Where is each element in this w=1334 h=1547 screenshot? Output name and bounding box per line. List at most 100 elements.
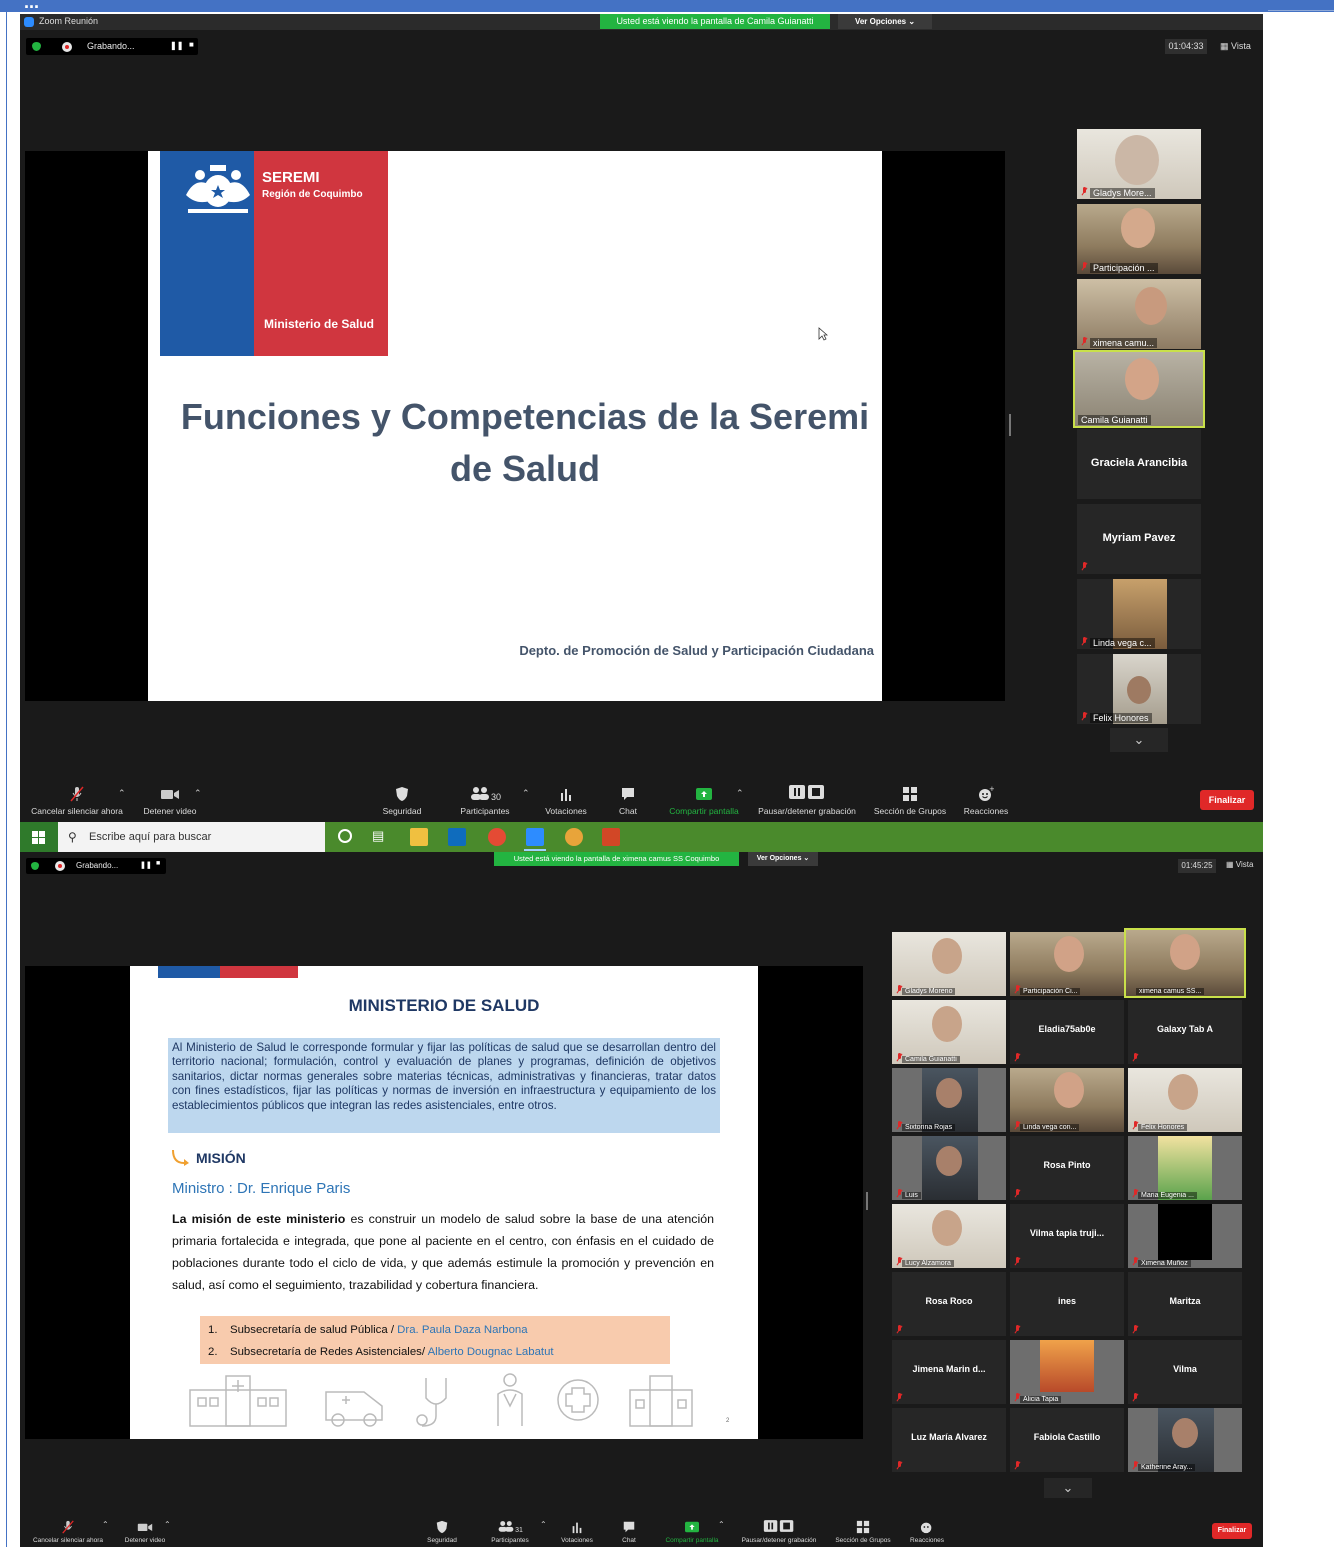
participant-tile[interactable]: Galaxy Tab A bbox=[1128, 1000, 1242, 1064]
breakout-rooms-button[interactable]: Sección de Grupos bbox=[830, 1520, 896, 1544]
view-options-button[interactable]: Ver Opciones ⌄ bbox=[838, 14, 932, 29]
security-shield-icon[interactable] bbox=[31, 862, 39, 870]
video-options-caret[interactable]: ⌃ bbox=[194, 788, 202, 799]
share-screen-button[interactable]: Compartir pantalla bbox=[658, 1520, 726, 1544]
muted-mic-icon bbox=[1014, 1121, 1020, 1129]
pause-stop-recording-button[interactable]: Pausar/detener grabación bbox=[752, 784, 862, 816]
participant-tile[interactable]: Gladys Moreno bbox=[892, 932, 1006, 996]
pause-recording-icon[interactable]: ❚❚ bbox=[140, 861, 152, 869]
recording-indicator: Grabando... ❚❚ ■ bbox=[26, 38, 198, 55]
participants-options-caret[interactable]: ⌃ bbox=[522, 788, 530, 799]
chat-bubble-icon bbox=[623, 1521, 635, 1533]
zoom-taskbar-icon[interactable] bbox=[526, 828, 544, 846]
participant-tile[interactable]: Maritza bbox=[1128, 1272, 1242, 1336]
participants-options-caret[interactable]: ⌃ bbox=[540, 1520, 547, 1529]
chrome-profile-icon[interactable] bbox=[565, 828, 583, 846]
share-options-caret[interactable]: ⌃ bbox=[736, 788, 744, 799]
participant-tile[interactable]: Luz María Alvarez bbox=[892, 1408, 1006, 1472]
muted-mic-icon bbox=[1132, 1257, 1138, 1265]
panel-splitter-handle[interactable] bbox=[866, 1192, 868, 1210]
participant-video bbox=[1121, 208, 1155, 248]
participant-tile[interactable]: Vilma tapia truji... bbox=[1010, 1204, 1124, 1268]
participant-tile[interactable]: Linda vega c... bbox=[1077, 579, 1201, 649]
participant-tile[interactable]: Vilma bbox=[1128, 1340, 1242, 1404]
scroll-participants-down-button[interactable]: ⌄ bbox=[1110, 728, 1168, 752]
participants-button[interactable]: 31 Participantes bbox=[482, 1520, 538, 1544]
audio-options-caret[interactable]: ⌃ bbox=[102, 1520, 109, 1529]
stop-recording-icon[interactable]: ■ bbox=[189, 40, 194, 49]
participant-video bbox=[1040, 1340, 1094, 1392]
security-shield-icon[interactable] bbox=[32, 42, 41, 51]
participant-tile[interactable]: Myriam Pavez bbox=[1077, 504, 1201, 574]
mouse-cursor-icon bbox=[818, 327, 828, 341]
unmute-button[interactable]: Cancelar silenciar ahora bbox=[26, 1520, 110, 1544]
participant-tile[interactable]: Eladia75ab0e bbox=[1010, 1000, 1124, 1064]
polls-button[interactable]: Votaciones bbox=[554, 1520, 600, 1544]
participant-tile[interactable]: Fabiola Castillo bbox=[1010, 1408, 1124, 1472]
participant-tile[interactable]: Participación Ci... bbox=[1010, 932, 1124, 996]
chrome-icon[interactable] bbox=[488, 828, 506, 846]
participant-tile[interactable]: Felix Honores bbox=[1077, 654, 1201, 724]
muted-mic-icon bbox=[1081, 562, 1087, 570]
powerpoint-icon[interactable] bbox=[602, 828, 620, 846]
reactions-button[interactable]: Reacciones bbox=[904, 1520, 950, 1544]
shield-icon bbox=[436, 1520, 448, 1534]
scroll-participants-down-button[interactable]: ⌄ bbox=[1044, 1478, 1092, 1498]
document-rule bbox=[1268, 10, 1334, 11]
participant-tile-active-speaker[interactable]: Camila Guianatti bbox=[1073, 350, 1205, 428]
participant-tile[interactable]: Rosa Pinto bbox=[1010, 1136, 1124, 1200]
view-options-button[interactable]: Ver Opciones ⌄ bbox=[748, 852, 818, 866]
end-meeting-button[interactable]: Finalizar bbox=[1212, 1523, 1252, 1539]
view-button[interactable]: ▦ Vista bbox=[1226, 860, 1253, 869]
end-meeting-button[interactable]: Finalizar bbox=[1200, 790, 1254, 810]
participant-video bbox=[1172, 1418, 1198, 1448]
outlook-icon[interactable] bbox=[448, 828, 466, 846]
security-button[interactable]: Seguridad bbox=[372, 786, 432, 816]
participant-tile[interactable]: Gladys More... bbox=[1077, 129, 1201, 199]
windows-start-icon[interactable] bbox=[32, 831, 45, 844]
participant-tile[interactable]: Luis bbox=[892, 1136, 1006, 1200]
participants-button[interactable]: 30 Participantes bbox=[450, 786, 520, 816]
participant-tile[interactable]: Lucy Alzamora bbox=[892, 1204, 1006, 1268]
participant-tile[interactable]: Maria Eugenia ... bbox=[1128, 1136, 1242, 1200]
participant-tile[interactable]: Felix Honores bbox=[1128, 1068, 1242, 1132]
pause-stop-recording-button[interactable]: Pausar/detener grabación bbox=[732, 1519, 826, 1544]
view-button[interactable]: ▦ Vista bbox=[1220, 41, 1251, 52]
task-view-icon[interactable]: ▤ bbox=[372, 828, 384, 844]
chat-button[interactable]: Chat bbox=[614, 1520, 644, 1544]
taskbar-search-box[interactable]: ⚲ Escribe aquí para buscar bbox=[58, 822, 325, 852]
security-button[interactable]: Seguridad bbox=[418, 1520, 466, 1544]
pause-recording-icon[interactable]: ❚❚ bbox=[170, 41, 183, 50]
participant-tile[interactable]: Rosa Roco bbox=[892, 1272, 1006, 1336]
share-options-caret[interactable]: ⌃ bbox=[718, 1520, 725, 1529]
audio-options-caret[interactable]: ⌃ bbox=[118, 788, 126, 799]
participant-tile[interactable]: Jimena Marin d... bbox=[892, 1340, 1006, 1404]
participant-name: Galaxy Tab A bbox=[1156, 1024, 1214, 1034]
chat-button[interactable]: Chat bbox=[610, 786, 646, 816]
stethoscope-icon bbox=[416, 1378, 447, 1427]
polls-button[interactable]: Votaciones bbox=[538, 786, 594, 816]
participant-tile[interactable]: Linda vega con... bbox=[1010, 1068, 1124, 1132]
unmute-button[interactable]: Cancelar silenciar ahora bbox=[26, 786, 128, 816]
participant-tile[interactable]: ines bbox=[1010, 1272, 1124, 1336]
breakout-rooms-button[interactable]: Sección de Grupos bbox=[870, 786, 950, 816]
participant-tile[interactable]: ximena camu... bbox=[1077, 279, 1201, 349]
participant-tile[interactable]: Sixtorina Rojas bbox=[892, 1068, 1006, 1132]
share-screen-button[interactable]: Compartir pantalla bbox=[662, 786, 746, 816]
participant-tile[interactable]: Alicia Tapia bbox=[1010, 1340, 1124, 1404]
video-options-caret[interactable]: ⌃ bbox=[164, 1520, 171, 1529]
participant-tile[interactable]: Ximena Muñoz bbox=[1128, 1204, 1242, 1268]
participant-tile[interactable]: Katherine Aray... bbox=[1128, 1408, 1242, 1472]
reactions-button[interactable]: + Reacciones bbox=[958, 786, 1014, 816]
cortana-icon[interactable] bbox=[338, 829, 352, 843]
participant-tile[interactable]: Participación ... bbox=[1077, 204, 1201, 274]
participant-video bbox=[1135, 287, 1167, 325]
participant-tile-active-speaker[interactable]: ximena camus SS... bbox=[1124, 928, 1246, 998]
participant-tile[interactable]: Camila Guianatti bbox=[892, 1000, 1006, 1064]
arrow-bullet-icon bbox=[172, 1150, 189, 1166]
stop-recording-icon[interactable]: ■ bbox=[156, 860, 160, 867]
bar-chart-icon bbox=[572, 1522, 582, 1534]
panel-splitter-handle[interactable] bbox=[1009, 414, 1011, 436]
file-explorer-icon[interactable] bbox=[410, 828, 428, 846]
participant-tile[interactable]: Graciela Arancibia bbox=[1077, 429, 1201, 499]
